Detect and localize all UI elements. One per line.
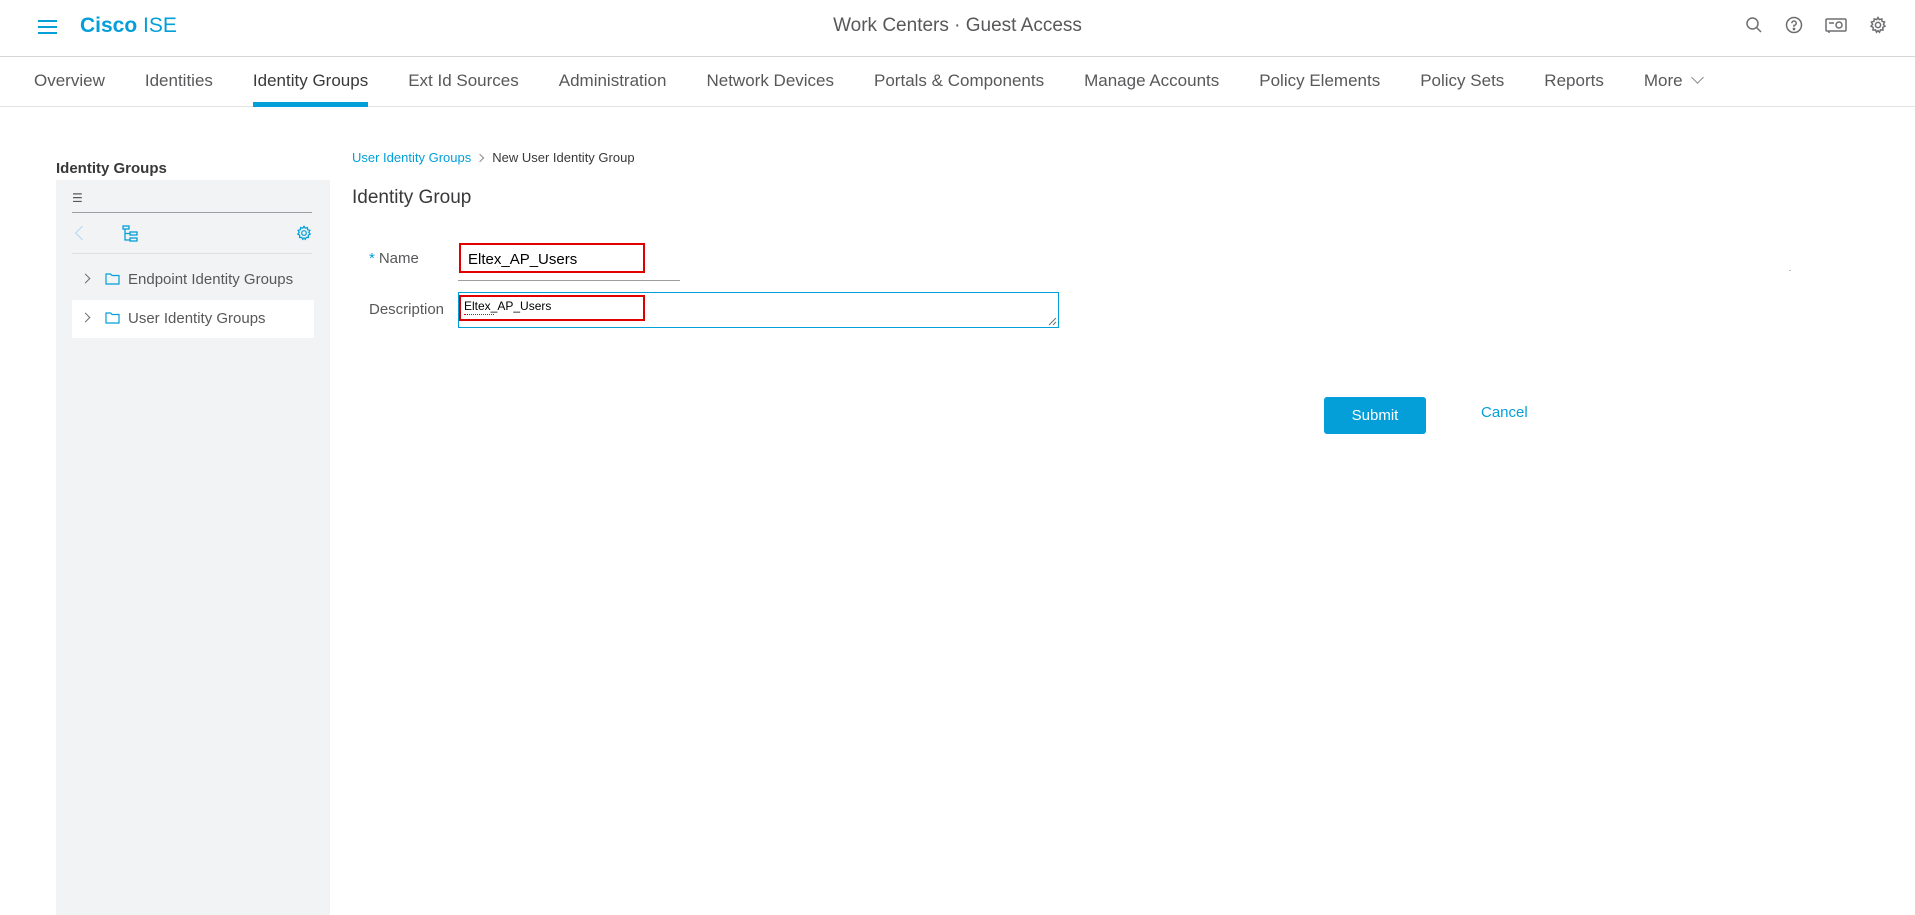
sidebar-toolbar — [72, 220, 312, 254]
tab-ext-id-sources[interactable]: Ext Id Sources — [408, 57, 519, 107]
sidebar-settings-icon[interactable] — [296, 225, 312, 246]
main-nav: Overview Identities Identity Groups Ext … — [0, 57, 1915, 107]
cancel-button[interactable]: Cancel — [1481, 404, 1528, 421]
tab-identity-groups[interactable]: Identity Groups — [252, 57, 369, 107]
tab-manage-accounts[interactable]: Manage Accounts — [1084, 57, 1219, 107]
breadcrumb-current: New User Identity Group — [492, 150, 635, 165]
page-context-title: Work Centers · Guest Access — [833, 15, 1082, 36]
brand-logo[interactable]: Cisco ISE — [80, 14, 177, 38]
sidebar-search-input[interactable]: ☰ — [72, 188, 312, 213]
menu-icon[interactable] — [38, 20, 57, 34]
description-label: Description — [369, 301, 445, 318]
breadcrumb-user-identity-groups[interactable]: User Identity Groups — [352, 150, 471, 165]
tab-policy-sets[interactable]: Policy Sets — [1420, 57, 1504, 107]
chevron-right-icon[interactable] — [80, 312, 91, 323]
notifications-icon[interactable] — [1825, 16, 1847, 34]
name-field[interactable]: Eltex_AP_Users — [458, 241, 680, 281]
decorative-dot — [1789, 270, 1791, 271]
chevron-right-icon[interactable] — [80, 273, 91, 284]
filter-search-icon: ☰ — [72, 191, 83, 205]
help-icon[interactable] — [1785, 16, 1803, 34]
tab-policy-elements[interactable]: Policy Elements — [1259, 57, 1380, 107]
settings-icon[interactable] — [1869, 16, 1887, 34]
tab-administration[interactable]: Administration — [559, 57, 667, 107]
tab-identities[interactable]: Identities — [145, 57, 213, 107]
sidebar-title: Identity Groups — [56, 160, 167, 177]
tab-overview[interactable]: Overview — [34, 57, 105, 107]
tab-reports[interactable]: Reports — [1544, 57, 1604, 107]
tab-portals-components[interactable]: Portals & Components — [874, 57, 1044, 107]
search-icon[interactable] — [1745, 16, 1763, 34]
required-marker: * — [369, 250, 375, 267]
submit-button[interactable]: Submit — [1324, 397, 1426, 434]
page-title: Identity Group — [352, 187, 472, 208]
chevron-right-icon — [475, 153, 485, 163]
tree-item-endpoint-identity-groups[interactable]: Endpoint Identity Groups — [72, 261, 314, 299]
folder-icon — [105, 272, 120, 290]
chevron-down-icon — [1690, 71, 1704, 84]
sidebar-panel: ☰ Endpoint Identity Groups User Identity… — [56, 180, 330, 915]
tab-more[interactable]: More — [1644, 57, 1704, 107]
name-label: * Name — [369, 250, 419, 267]
description-field[interactable]: Eltex_AP_Users — [458, 292, 1059, 328]
top-header: Cisco ISE Work Centers · Guest Access — [0, 0, 1915, 57]
tree-view-icon[interactable] — [122, 225, 138, 248]
breadcrumb: User Identity Groups New User Identity Gr… — [352, 150, 635, 165]
tree-item-user-identity-groups[interactable]: User Identity Groups — [72, 300, 314, 338]
back-icon[interactable] — [74, 225, 90, 241]
folder-icon — [105, 311, 120, 329]
resize-handle-icon[interactable] — [1048, 317, 1057, 326]
tab-network-devices[interactable]: Network Devices — [706, 57, 834, 107]
